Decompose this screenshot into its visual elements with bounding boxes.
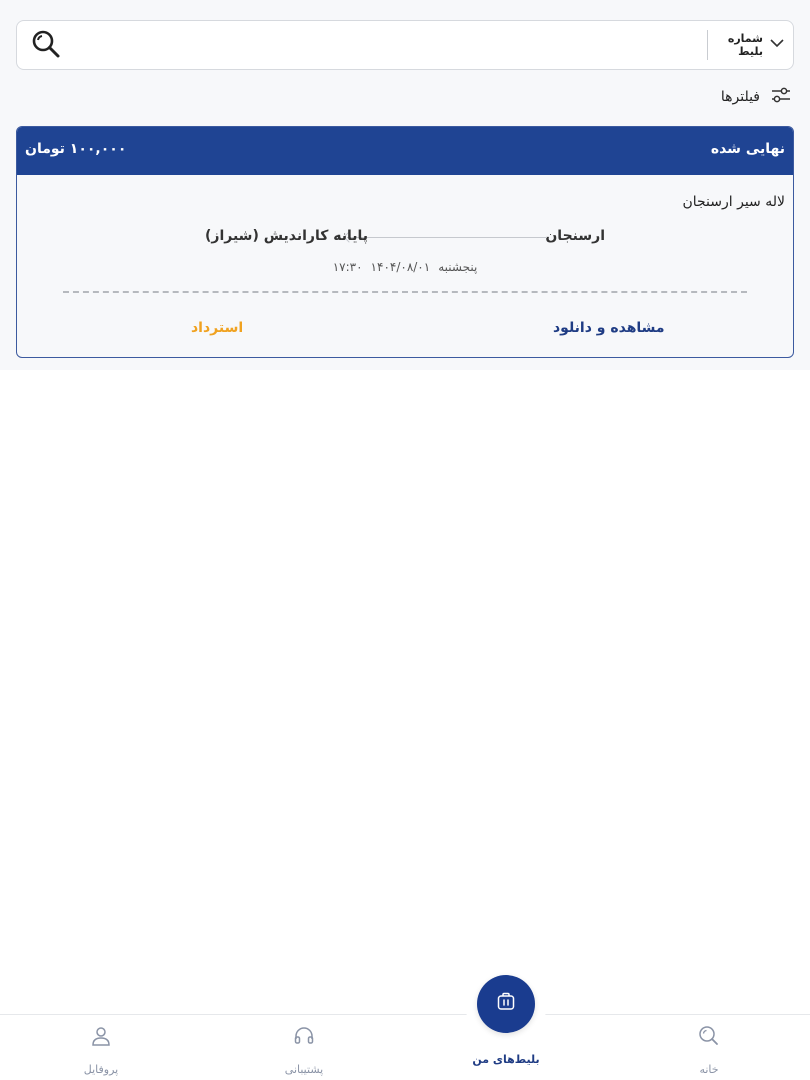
filters-label: فیلترها bbox=[720, 89, 760, 105]
destination-terminal: پایانه کاراندیش (شیراز) bbox=[205, 228, 369, 244]
view-download-button[interactable]: مشاهده و دانلود bbox=[553, 320, 665, 336]
headphones-icon bbox=[293, 1025, 315, 1047]
search-input[interactable] bbox=[73, 29, 699, 61]
bus-company: لاله سیر ارسنجان bbox=[682, 194, 785, 210]
nav-home-label: خانه bbox=[699, 1063, 719, 1076]
search-button[interactable] bbox=[29, 29, 63, 63]
search-icon bbox=[698, 1025, 720, 1047]
nav-profile[interactable]: پروفایل bbox=[31, 1015, 171, 1080]
sliders-icon bbox=[770, 84, 792, 110]
departure-date: ۱۴۰۴/۰۸/۰۱ bbox=[370, 260, 431, 274]
route-line bbox=[347, 237, 547, 238]
nav-support-label: پشتیبانی bbox=[284, 1063, 324, 1076]
nav-my-tickets-label: بلیط‌های من bbox=[472, 1053, 540, 1066]
search-type-dropdown[interactable]: شماره بلیط bbox=[707, 21, 793, 69]
departure-day: پنجشنبه bbox=[438, 260, 478, 274]
search-divider bbox=[707, 30, 708, 60]
nav-support[interactable]: پشتیبانی bbox=[234, 1015, 374, 1080]
user-icon bbox=[90, 1025, 112, 1047]
nav-home[interactable]: خانه bbox=[639, 1015, 779, 1080]
ticket-card[interactable]: نهایی شده ۱۰۰,۰۰۰ تومان لاله سیر ارسنجان… bbox=[16, 126, 794, 358]
dashed-divider bbox=[63, 291, 747, 293]
my-tickets-center-button[interactable] bbox=[477, 975, 535, 1033]
origin-city: ارسنجان bbox=[545, 228, 605, 244]
ticket-header: نهایی شده ۱۰۰,۰۰۰ تومان bbox=[17, 127, 793, 175]
search-type-label: شماره بلیط bbox=[727, 32, 763, 58]
departure-datetime: پنجشنبه ۱۴۰۴/۰۸/۰۱ ۱۷:۳۰ bbox=[17, 260, 793, 274]
nav-profile-label: پروفایل bbox=[83, 1063, 119, 1076]
chevron-down-icon bbox=[769, 35, 785, 55]
departure-time: ۱۷:۳۰ bbox=[332, 260, 363, 274]
search-bar: شماره بلیط bbox=[16, 20, 794, 70]
bottom-navigation: خانه بلیط‌های من پشتیبانی پروفایل bbox=[0, 1014, 810, 1080]
search-icon bbox=[31, 29, 61, 63]
ticket-status: نهایی شده bbox=[710, 141, 785, 157]
filters-button[interactable]: فیلترها bbox=[721, 84, 792, 110]
refund-button[interactable]: استرداد bbox=[191, 320, 243, 336]
ticket-bag-icon bbox=[495, 991, 517, 1017]
ticket-price: ۱۰۰,۰۰۰ تومان bbox=[25, 141, 127, 157]
